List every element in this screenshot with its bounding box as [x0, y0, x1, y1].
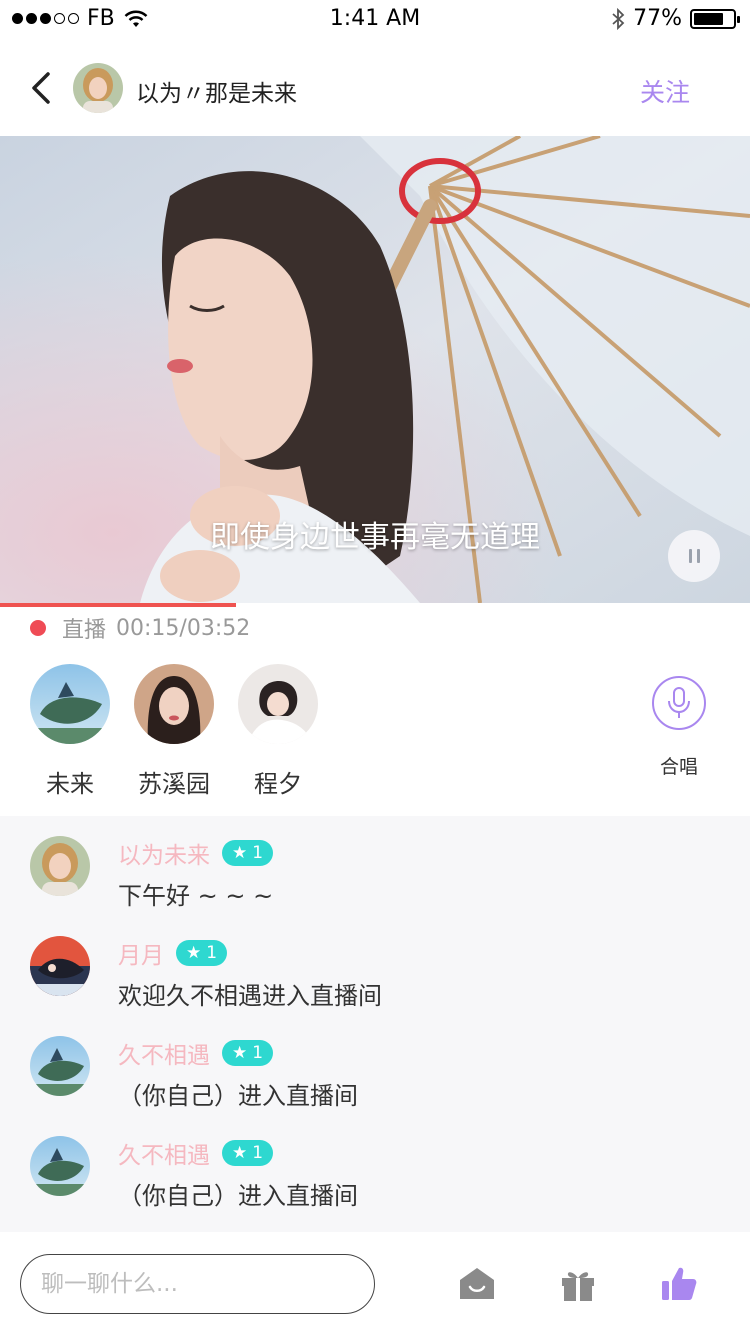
username: 久不相遇 — [118, 1143, 210, 1169]
comment-text: （你自己）进入直播间 — [118, 1182, 358, 1210]
list-item: 久不相遇 ★ 1 （你自己）进入直播间 — [30, 1116, 720, 1216]
follow-button[interactable]: 关注 — [640, 73, 690, 109]
avatar[interactable] — [30, 936, 90, 996]
username: 久不相遇 — [118, 1043, 210, 1069]
singer-name: 程夕 — [254, 770, 302, 798]
singer-name: 未来 — [46, 770, 94, 798]
singer-name: 苏溪园 — [138, 770, 210, 798]
level-badge: ★ 1 — [222, 840, 274, 866]
battery-icon — [690, 8, 740, 29]
star-icon: ★ — [232, 1143, 248, 1163]
star-icon: ★ — [232, 843, 248, 863]
avatar[interactable] — [30, 836, 90, 896]
playback-progress[interactable] — [0, 603, 750, 607]
avatar[interactable] — [30, 1136, 90, 1196]
comment-user: 久不相遇 ★ 1 — [118, 1136, 274, 1170]
level-badge: ★ 1 — [222, 1040, 274, 1066]
gift-icon[interactable] — [559, 1265, 597, 1303]
live-dot-icon — [30, 620, 46, 636]
battery-percent: 77% — [633, 6, 682, 31]
username: 以为未来 — [118, 843, 210, 869]
avatar[interactable] — [30, 1036, 90, 1096]
star-icon: ★ — [232, 1043, 248, 1063]
singer-item[interactable]: 未来 — [30, 664, 110, 799]
pause-icon — [688, 549, 692, 563]
bottom-bar — [0, 1232, 750, 1334]
chat-input[interactable] — [20, 1254, 375, 1314]
list-item: 月月 ★ 1 欢迎久不相遇进入直播间 — [30, 916, 720, 1016]
pause-button[interactable] — [668, 530, 720, 582]
chorus-button[interactable]: 合唱 — [652, 676, 706, 779]
nav-bar: 以为〃那是未来 关注 — [0, 40, 750, 136]
singer-item[interactable]: 程夕 — [238, 664, 318, 799]
comment-user: 月月 ★ 1 — [118, 936, 228, 970]
comment-user: 以为未来 ★ 1 — [118, 836, 274, 870]
avatar[interactable] — [73, 63, 123, 113]
lyric-text: 即使身边世事再毫无道理 — [210, 520, 540, 555]
status-right: 77% — [611, 6, 740, 31]
avatar — [238, 664, 318, 744]
back-arrow-icon[interactable] — [26, 70, 56, 106]
list-item: 以为未来 ★ 1 下午好 ~ ~ ~ — [30, 816, 720, 916]
comment-user: 久不相遇 ★ 1 — [118, 1036, 274, 1070]
bluetooth-icon — [612, 7, 625, 30]
like-icon[interactable] — [660, 1265, 698, 1303]
comment-text: 欢迎久不相遇进入直播间 — [118, 982, 382, 1010]
chorus-label: 合唱 — [659, 756, 698, 778]
comment-list: 以为未来 ★ 1 下午好 ~ ~ ~ 月月 ★ 1 欢迎久不相遇进入直播间 久不… — [0, 816, 750, 1232]
avatar — [30, 664, 110, 744]
home-icon[interactable] — [458, 1265, 496, 1303]
status-bar: FB 1:41 AM 77% — [0, 0, 750, 40]
live-label: 直播 — [62, 618, 107, 643]
avatar — [134, 664, 214, 744]
playback-time: 00:15/03:52 — [116, 615, 251, 641]
star-icon: ★ — [186, 943, 202, 963]
page-title: 以为〃那是未来 — [136, 81, 297, 107]
level-badge: ★ 1 — [176, 940, 228, 966]
username: 月月 — [118, 943, 164, 969]
level-badge: ★ 1 — [222, 1140, 274, 1166]
live-status: 直播 00:15/03:52 — [30, 612, 250, 644]
video-player[interactable]: 即使身边世事再毫无道理 — [0, 136, 750, 603]
singer-list: 未来 苏溪园 程夕 — [30, 664, 318, 799]
microphone-icon — [652, 676, 706, 730]
comment-text: （你自己）进入直播间 — [118, 1082, 358, 1110]
singer-item[interactable]: 苏溪园 — [134, 664, 214, 799]
comment-text: 下午好 ~ ~ ~ — [118, 882, 274, 910]
list-item: 久不相遇 ★ 1 （你自己）进入直播间 — [30, 1016, 720, 1116]
